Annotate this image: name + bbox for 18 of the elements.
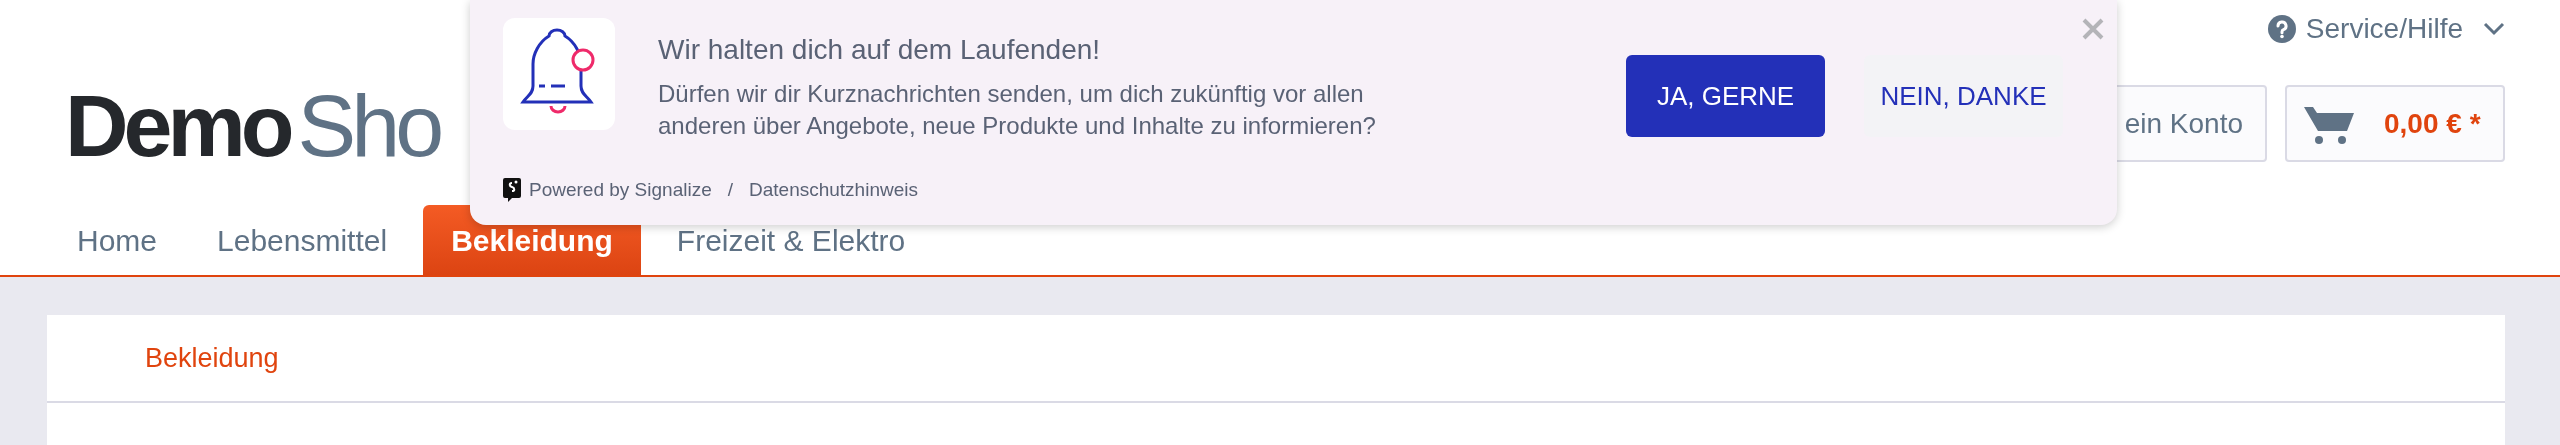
prompt-message: Dürfen wir dir Kurznachrichten senden, um dich zukünftig vor allen anderen über Angebote, neue Produkte und Inhalte zu informieren? — [658, 79, 1377, 141]
separator-text: / — [727, 178, 733, 202]
breadcrumb-link[interactable]: Bekleidung — [145, 337, 279, 379]
accept-button[interactable]: JA, GERNE — [1626, 55, 1825, 137]
logo[interactable]: DemoSho — [65, 82, 440, 170]
service-menu[interactable]: Service/Hilfe — [2267, 14, 2505, 44]
decline-button[interactable]: NEIN, DANKE — [1864, 55, 2063, 137]
nav-tab[interactable]: Lebensmittel — [187, 205, 418, 275]
privacy-link[interactable]: Datenschutzhinweis — [749, 176, 918, 205]
prompt-title: Wir halten dich auf dem Laufenden! — [658, 33, 1102, 67]
chevron-down-icon — [2483, 22, 2505, 36]
powered-by-text: Powered by Signalize — [529, 178, 712, 202]
close-button[interactable] — [2081, 16, 2105, 42]
signalize-logo-icon — [503, 178, 521, 203]
close-icon — [2081, 17, 2105, 41]
help-icon — [2267, 15, 2296, 43]
cart-button[interactable]: 0,00 € * — [2285, 85, 2505, 162]
nav-tab[interactable]: Home — [47, 205, 188, 275]
